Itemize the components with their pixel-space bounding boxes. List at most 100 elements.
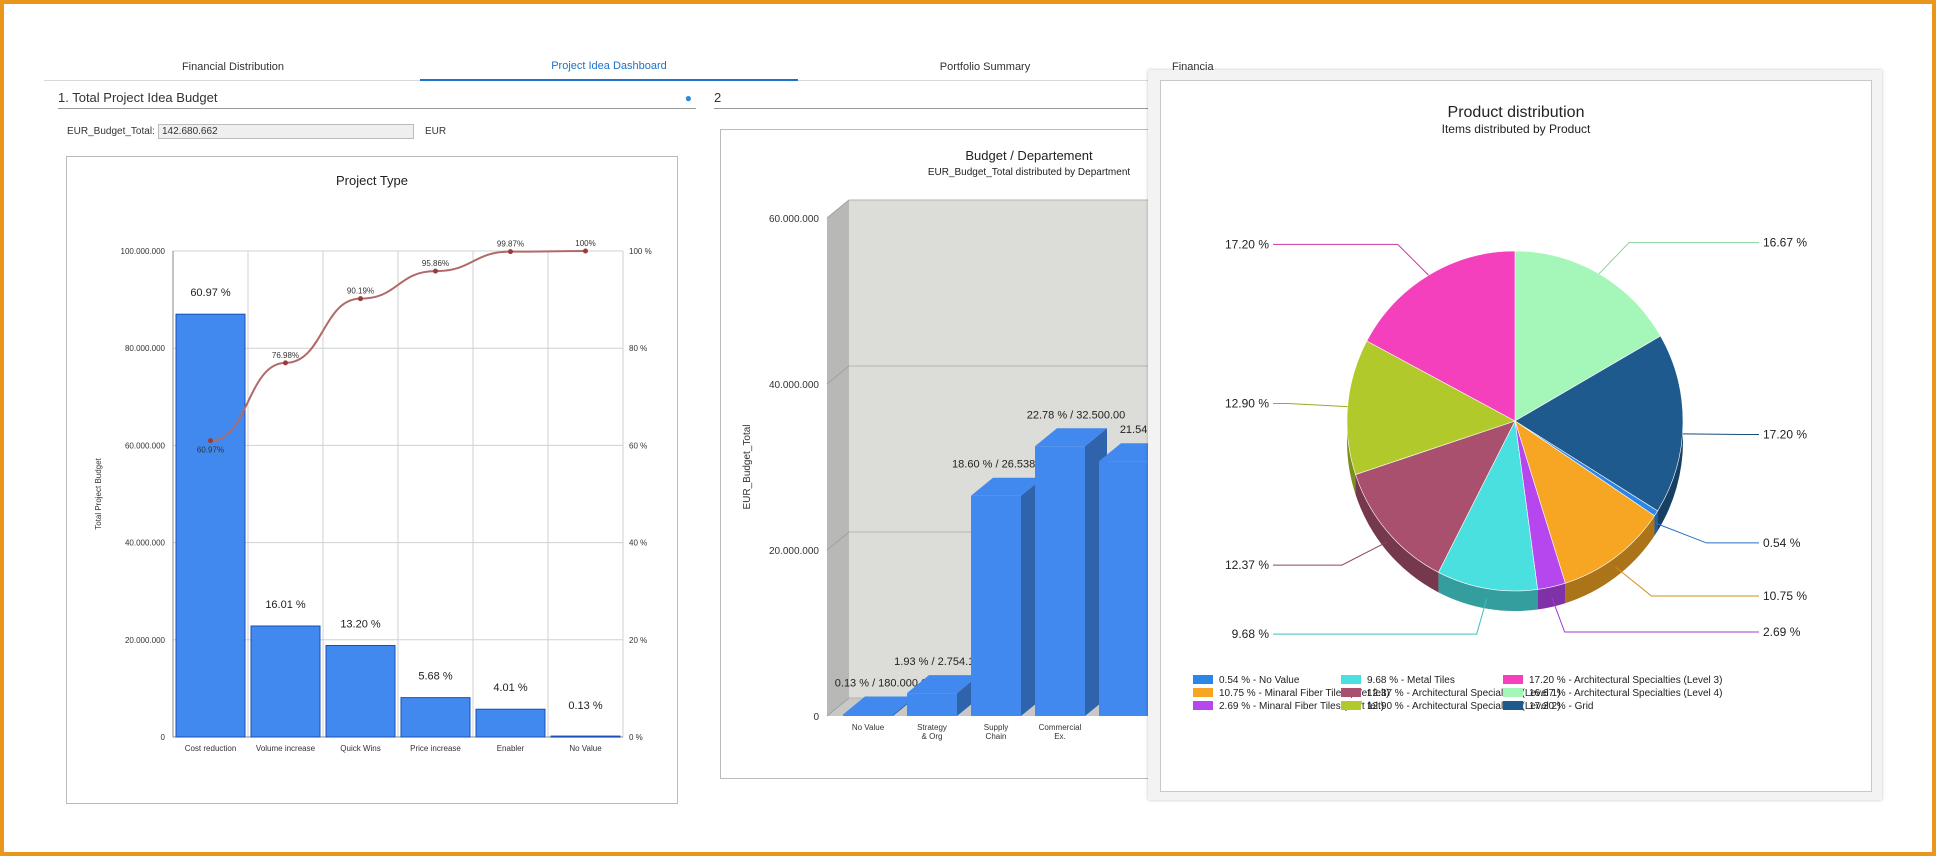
chart3-legend-swatch bbox=[1503, 701, 1523, 710]
chart3-leader-line bbox=[1551, 596, 1759, 633]
panel1-header: 1. Total Project Idea Budget ● bbox=[58, 90, 696, 109]
budget-total-field[interactable] bbox=[158, 124, 414, 139]
chart3-legend-label: 17.20 % - Architectural Specialties (Lev… bbox=[1529, 675, 1722, 686]
lightbulb-icon[interactable]: ● bbox=[685, 91, 692, 105]
chart1-bar bbox=[400, 697, 471, 738]
chart3-slice-label: 9.68 % bbox=[1232, 627, 1270, 641]
chart3-leader-line bbox=[1273, 598, 1488, 635]
tab-financial-distribution[interactable]: Financial Distribution bbox=[44, 54, 422, 79]
budget-unit: EUR bbox=[425, 126, 447, 137]
chart2-title: Budget / Departement bbox=[965, 148, 1093, 163]
chart1-cumulative-label: 95.86% bbox=[422, 259, 449, 268]
chart1-bar bbox=[475, 708, 546, 738]
chart2-ytick: 20.000.000 bbox=[769, 546, 819, 557]
chart2-category-label: Chain bbox=[986, 732, 1007, 741]
tab-bar: Financial Distribution Project Idea Dash… bbox=[44, 54, 1214, 81]
chart1-ytick: 40.000.000 bbox=[125, 539, 166, 548]
chart1-ytick: 0 bbox=[161, 733, 166, 742]
chart1-cumulative-point bbox=[283, 360, 288, 366]
chart3-legend-label: 10.75 % - Minaral Fiber Tiles (Wet felt) bbox=[1219, 688, 1389, 699]
chart3-slice-label: 16.67 % bbox=[1763, 236, 1807, 250]
chart2-ytick: 60.000.000 bbox=[769, 214, 819, 225]
chart3-slice-label: 2.69 % bbox=[1763, 625, 1801, 639]
chart3-legend-label: 9.68 % - Metal Tiles bbox=[1367, 675, 1455, 686]
chart3-leader-line bbox=[1273, 243, 1429, 276]
chart3-leader-line bbox=[1273, 403, 1348, 408]
chart2-ytick: 40.000.000 bbox=[769, 380, 819, 391]
chart1-value-label: 5.68 % bbox=[418, 671, 452, 683]
chart2-bar bbox=[1099, 461, 1149, 716]
product-distribution-popup[interactable]: Product distribution Items distributed by… bbox=[1148, 70, 1882, 800]
chart3-title: Product distribution bbox=[1448, 104, 1585, 121]
chart1-cumulative-point bbox=[433, 268, 438, 274]
chart3-slice-label: 12.90 % bbox=[1225, 397, 1269, 411]
project-type-svg: Project Type Total Project Budget 0 0 % 20.0… bbox=[94, 173, 652, 753]
chart1-cumulative-point bbox=[583, 248, 588, 254]
tab-portfolio-summary[interactable]: Portfolio Summary bbox=[796, 54, 1174, 79]
chart2-ytick: 0 bbox=[813, 712, 819, 723]
chart1-bar bbox=[550, 735, 621, 738]
chart2-category-label: & Org bbox=[922, 732, 943, 741]
chart1-y2tick: 20 % bbox=[629, 636, 647, 645]
budget-label: EUR_Budget_Total: bbox=[67, 126, 155, 137]
chart1-category-label: Quick Wins bbox=[340, 744, 380, 753]
project-type-chart: Project Type Total Project Budget 0 0 % 20.0… bbox=[66, 156, 678, 804]
chart2-bar bbox=[907, 693, 957, 716]
chart3-legend-swatch bbox=[1503, 688, 1523, 697]
chart3-slice-label: 17.20 % bbox=[1225, 237, 1269, 251]
budget-department-svg: Budget / Departement EUR_Budget_Total dis… bbox=[742, 148, 1171, 741]
chart3-legend-label: 17.20 % - Grid bbox=[1529, 701, 1593, 712]
chart1-cumulative-point bbox=[508, 249, 513, 255]
chart2-category-label: Commercial bbox=[1039, 723, 1082, 732]
chart3-legend-label: 16.67 % - Architectural Specialties (Lev… bbox=[1529, 688, 1722, 699]
chart1-category-label: Price increase bbox=[410, 744, 461, 753]
chart3-legend-swatch bbox=[1193, 701, 1213, 710]
chart2-subtitle: EUR_Budget_Total distributed by Departme… bbox=[928, 167, 1131, 178]
product-distribution-svg: Product distributionItems distributed by… bbox=[1193, 104, 1807, 712]
chart1-cumulative-label: 90.19% bbox=[347, 287, 374, 296]
chart3-leader-line bbox=[1598, 242, 1759, 275]
chart1-category-label: Enabler bbox=[497, 744, 525, 753]
chart3-slice-label: 17.20 % bbox=[1763, 427, 1807, 441]
chart2-category-label: No Value bbox=[852, 723, 885, 732]
chart1-y2tick: 80 % bbox=[629, 344, 647, 353]
chart1-bar bbox=[250, 625, 321, 738]
chart3-leader-line bbox=[1655, 522, 1759, 544]
chart3-legend-swatch bbox=[1341, 675, 1361, 684]
chart1-y2tick: 0 % bbox=[629, 733, 643, 742]
chart1-ytick: 80.000.000 bbox=[125, 344, 166, 353]
tab-project-idea-dashboard[interactable]: Project Idea Dashboard bbox=[420, 54, 798, 81]
chart1-cumulative-point bbox=[358, 296, 363, 302]
chart3-slice-label: 10.75 % bbox=[1763, 589, 1807, 603]
chart1-value-label: 60.97 % bbox=[190, 287, 231, 299]
chart1-bar bbox=[325, 644, 396, 738]
chart1-title: Project Type bbox=[336, 173, 408, 188]
chart1-category-label: Volume increase bbox=[256, 744, 316, 753]
panel2-header: 2 bbox=[714, 90, 1154, 109]
chart2-value-label: 22.78 % / 32.500.00 bbox=[1027, 409, 1125, 421]
chart3-legend-swatch bbox=[1341, 701, 1361, 710]
chart2-category-label: Strategy bbox=[917, 723, 947, 732]
dashboard-frame: Financial Distribution Project Idea Dash… bbox=[0, 0, 1936, 856]
chart1-ytick: 20.000.000 bbox=[125, 636, 166, 645]
chart1-value-label: 0.13 % bbox=[568, 700, 602, 712]
chart1-category-label: No Value bbox=[569, 744, 602, 753]
chart3-slice-label: 0.54 % bbox=[1763, 536, 1801, 550]
chart2-bar bbox=[971, 495, 1021, 716]
chart1-ytick: 60.000.000 bbox=[125, 441, 166, 450]
chart3-leader-line bbox=[1682, 433, 1759, 435]
chart1-ytick: 100.000.000 bbox=[121, 247, 166, 256]
chart2-category-label: Supply bbox=[984, 723, 1008, 732]
chart1-bar bbox=[175, 313, 246, 738]
product-distribution-chart: Product distribution Items distributed by… bbox=[1160, 80, 1872, 792]
chart1-y2tick: 100 % bbox=[629, 247, 652, 256]
chart1-category-label: Cost reduction bbox=[185, 744, 237, 753]
chart1-value-label: 13.20 % bbox=[340, 618, 381, 630]
budget-department-chart: Budget / Departement EUR_Budget_Total dis… bbox=[720, 129, 1172, 779]
chart3-slice-label: 12.37 % bbox=[1225, 558, 1269, 572]
chart3-legend-swatch bbox=[1193, 675, 1213, 684]
chart2-bar bbox=[843, 714, 893, 716]
chart2-bar bbox=[1035, 446, 1085, 716]
chart1-cumulative-label: 99.87% bbox=[497, 240, 524, 249]
chart2-category-label: Ex. bbox=[1054, 732, 1066, 741]
